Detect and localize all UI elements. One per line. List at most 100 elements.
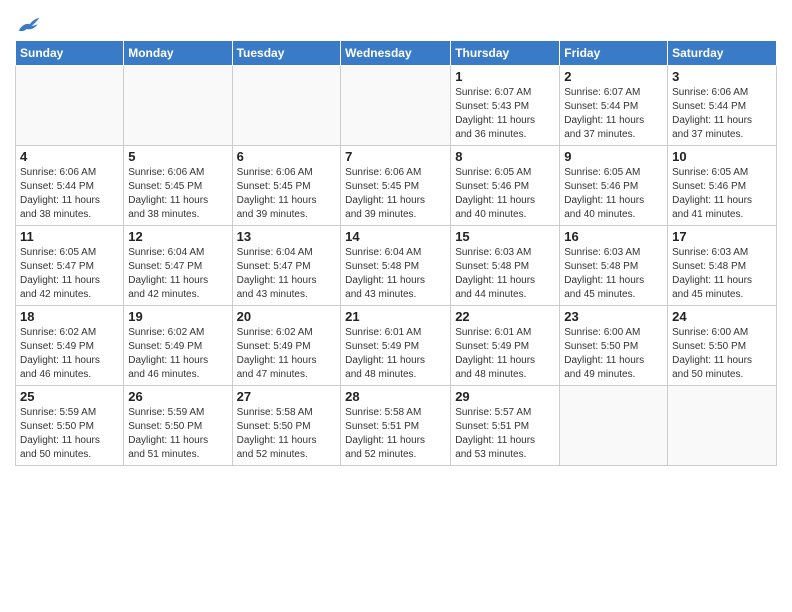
calendar-cell: 28 Sunrise: 5:58 AM Sunset: 5:51 PM Dayli… bbox=[341, 386, 451, 466]
day-number: 16 bbox=[564, 229, 663, 244]
day-info: Sunrise: 6:06 AM Sunset: 5:45 PM Dayligh… bbox=[237, 166, 337, 222]
calendar-cell: 26 Sunrise: 5:59 AM Sunset: 5:50 PM Dayli… bbox=[124, 386, 232, 466]
calendar-cell bbox=[668, 386, 777, 466]
calendar-cell: 19 Sunrise: 6:02 AM Sunset: 5:49 PM Dayli… bbox=[124, 306, 232, 386]
day-info: Sunrise: 6:02 AM Sunset: 5:49 PM Dayligh… bbox=[237, 326, 337, 382]
logo bbox=[15, 16, 41, 34]
calendar-cell: 11Sunrise: 6:05 AM Sunset: 5:47 PM Dayli… bbox=[16, 226, 124, 306]
calendar-cell bbox=[341, 66, 451, 146]
calendar-cell: 9 Sunrise: 6:05 AM Sunset: 5:46 PM Daylig… bbox=[560, 146, 668, 226]
calendar-cell: 2 Sunrise: 6:07 AM Sunset: 5:44 PM Daylig… bbox=[560, 66, 668, 146]
day-info: Sunrise: 6:02 AM Sunset: 5:49 PM Dayligh… bbox=[20, 326, 119, 382]
day-number: 13 bbox=[237, 229, 337, 244]
calendar-cell: 27 Sunrise: 5:58 AM Sunset: 5:50 PM Dayli… bbox=[232, 386, 341, 466]
calendar-cell: 29Sunrise: 5:57 AM Sunset: 5:51 PM Dayli… bbox=[451, 386, 560, 466]
calendar-cell: 13 Sunrise: 6:04 AM Sunset: 5:47 PM Dayli… bbox=[232, 226, 341, 306]
day-info: Sunrise: 6:03 AM Sunset: 5:48 PM Dayligh… bbox=[672, 246, 772, 302]
day-number: 7 bbox=[345, 149, 446, 164]
weekday-header-friday: Friday bbox=[560, 41, 668, 66]
day-info: Sunrise: 6:01 AM Sunset: 5:49 PM Dayligh… bbox=[345, 326, 446, 382]
day-number: 26 bbox=[128, 389, 227, 404]
calendar-cell: 3 Sunrise: 6:06 AM Sunset: 5:44 PM Daylig… bbox=[668, 66, 777, 146]
calendar-week-4: 18 Sunrise: 6:02 AM Sunset: 5:49 PM Dayli… bbox=[16, 306, 777, 386]
day-info: Sunrise: 6:04 AM Sunset: 5:47 PM Dayligh… bbox=[237, 246, 337, 302]
day-number: 27 bbox=[237, 389, 337, 404]
calendar-cell: 24 Sunrise: 6:00 AM Sunset: 5:50 PM Dayli… bbox=[668, 306, 777, 386]
day-number: 8 bbox=[455, 149, 555, 164]
calendar-cell: 22Sunrise: 6:01 AM Sunset: 5:49 PM Dayli… bbox=[451, 306, 560, 386]
calendar-cell: 5 Sunrise: 6:06 AM Sunset: 5:45 PM Daylig… bbox=[124, 146, 232, 226]
calendar-cell bbox=[232, 66, 341, 146]
day-number: 2 bbox=[564, 69, 663, 84]
weekday-header-saturday: Saturday bbox=[668, 41, 777, 66]
day-info: Sunrise: 6:06 AM Sunset: 5:44 PM Dayligh… bbox=[672, 86, 772, 142]
day-info: Sunrise: 6:07 AM Sunset: 5:43 PM Dayligh… bbox=[455, 86, 555, 142]
calendar-week-2: 4 Sunrise: 6:06 AM Sunset: 5:44 PM Daylig… bbox=[16, 146, 777, 226]
calendar-week-3: 11Sunrise: 6:05 AM Sunset: 5:47 PM Dayli… bbox=[16, 226, 777, 306]
day-info: Sunrise: 6:05 AM Sunset: 5:46 PM Dayligh… bbox=[455, 166, 555, 222]
day-number: 1 bbox=[455, 69, 555, 84]
weekday-header-wednesday: Wednesday bbox=[341, 41, 451, 66]
calendar-cell: 4 Sunrise: 6:06 AM Sunset: 5:44 PM Daylig… bbox=[16, 146, 124, 226]
logo-bird-icon bbox=[17, 16, 41, 34]
day-info: Sunrise: 6:02 AM Sunset: 5:49 PM Dayligh… bbox=[128, 326, 227, 382]
day-number: 19 bbox=[128, 309, 227, 324]
day-info: Sunrise: 6:05 AM Sunset: 5:46 PM Dayligh… bbox=[672, 166, 772, 222]
day-info: Sunrise: 5:59 AM Sunset: 5:50 PM Dayligh… bbox=[128, 406, 227, 462]
day-number: 18 bbox=[20, 309, 119, 324]
calendar-week-5: 25Sunrise: 5:59 AM Sunset: 5:50 PM Dayli… bbox=[16, 386, 777, 466]
calendar-week-1: 1 Sunrise: 6:07 AM Sunset: 5:43 PM Daylig… bbox=[16, 66, 777, 146]
calendar-cell: 15Sunrise: 6:03 AM Sunset: 5:48 PM Dayli… bbox=[451, 226, 560, 306]
day-number: 17 bbox=[672, 229, 772, 244]
day-number: 10 bbox=[672, 149, 772, 164]
day-info: Sunrise: 5:58 AM Sunset: 5:51 PM Dayligh… bbox=[345, 406, 446, 462]
calendar-cell: 18 Sunrise: 6:02 AM Sunset: 5:49 PM Dayli… bbox=[16, 306, 124, 386]
calendar-cell: 23 Sunrise: 6:00 AM Sunset: 5:50 PM Dayli… bbox=[560, 306, 668, 386]
day-info: Sunrise: 6:05 AM Sunset: 5:46 PM Dayligh… bbox=[564, 166, 663, 222]
day-info: Sunrise: 6:06 AM Sunset: 5:44 PM Dayligh… bbox=[20, 166, 119, 222]
day-info: Sunrise: 5:59 AM Sunset: 5:50 PM Dayligh… bbox=[20, 406, 119, 462]
calendar-cell: 21 Sunrise: 6:01 AM Sunset: 5:49 PM Dayli… bbox=[341, 306, 451, 386]
calendar-cell: 8 Sunrise: 6:05 AM Sunset: 5:46 PM Daylig… bbox=[451, 146, 560, 226]
weekday-header-monday: Monday bbox=[124, 41, 232, 66]
calendar-cell: 1 Sunrise: 6:07 AM Sunset: 5:43 PM Daylig… bbox=[451, 66, 560, 146]
calendar-cell: 20 Sunrise: 6:02 AM Sunset: 5:49 PM Dayli… bbox=[232, 306, 341, 386]
calendar-cell: 10 Sunrise: 6:05 AM Sunset: 5:46 PM Dayli… bbox=[668, 146, 777, 226]
day-number: 23 bbox=[564, 309, 663, 324]
day-info: Sunrise: 6:06 AM Sunset: 5:45 PM Dayligh… bbox=[128, 166, 227, 222]
day-info: Sunrise: 6:04 AM Sunset: 5:47 PM Dayligh… bbox=[128, 246, 227, 302]
day-number: 20 bbox=[237, 309, 337, 324]
day-number: 4 bbox=[20, 149, 119, 164]
day-number: 14 bbox=[345, 229, 446, 244]
day-info: Sunrise: 6:03 AM Sunset: 5:48 PM Dayligh… bbox=[455, 246, 555, 302]
header bbox=[15, 10, 777, 34]
calendar-cell: 14 Sunrise: 6:04 AM Sunset: 5:48 PM Dayli… bbox=[341, 226, 451, 306]
day-info: Sunrise: 5:57 AM Sunset: 5:51 PM Dayligh… bbox=[455, 406, 555, 462]
day-info: Sunrise: 6:00 AM Sunset: 5:50 PM Dayligh… bbox=[672, 326, 772, 382]
calendar-cell: 16Sunrise: 6:03 AM Sunset: 5:48 PM Dayli… bbox=[560, 226, 668, 306]
day-info: Sunrise: 6:07 AM Sunset: 5:44 PM Dayligh… bbox=[564, 86, 663, 142]
weekday-header-row: SundayMondayTuesdayWednesdayThursdayFrid… bbox=[16, 41, 777, 66]
day-number: 5 bbox=[128, 149, 227, 164]
calendar-cell: 17 Sunrise: 6:03 AM Sunset: 5:48 PM Dayli… bbox=[668, 226, 777, 306]
day-info: Sunrise: 6:04 AM Sunset: 5:48 PM Dayligh… bbox=[345, 246, 446, 302]
weekday-header-sunday: Sunday bbox=[16, 41, 124, 66]
day-number: 3 bbox=[672, 69, 772, 84]
day-info: Sunrise: 6:05 AM Sunset: 5:47 PM Dayligh… bbox=[20, 246, 119, 302]
day-info: Sunrise: 6:06 AM Sunset: 5:45 PM Dayligh… bbox=[345, 166, 446, 222]
calendar-cell: 12 Sunrise: 6:04 AM Sunset: 5:47 PM Dayli… bbox=[124, 226, 232, 306]
calendar-cell: 6Sunrise: 6:06 AM Sunset: 5:45 PM Daylig… bbox=[232, 146, 341, 226]
day-number: 28 bbox=[345, 389, 446, 404]
weekday-header-tuesday: Tuesday bbox=[232, 41, 341, 66]
day-info: Sunrise: 6:00 AM Sunset: 5:50 PM Dayligh… bbox=[564, 326, 663, 382]
calendar-cell bbox=[124, 66, 232, 146]
day-info: Sunrise: 6:01 AM Sunset: 5:49 PM Dayligh… bbox=[455, 326, 555, 382]
day-number: 12 bbox=[128, 229, 227, 244]
calendar-cell bbox=[16, 66, 124, 146]
day-info: Sunrise: 5:58 AM Sunset: 5:50 PM Dayligh… bbox=[237, 406, 337, 462]
day-number: 9 bbox=[564, 149, 663, 164]
day-number: 21 bbox=[345, 309, 446, 324]
day-number: 24 bbox=[672, 309, 772, 324]
calendar-table: SundayMondayTuesdayWednesdayThursdayFrid… bbox=[15, 40, 777, 466]
calendar-cell: 7 Sunrise: 6:06 AM Sunset: 5:45 PM Daylig… bbox=[341, 146, 451, 226]
